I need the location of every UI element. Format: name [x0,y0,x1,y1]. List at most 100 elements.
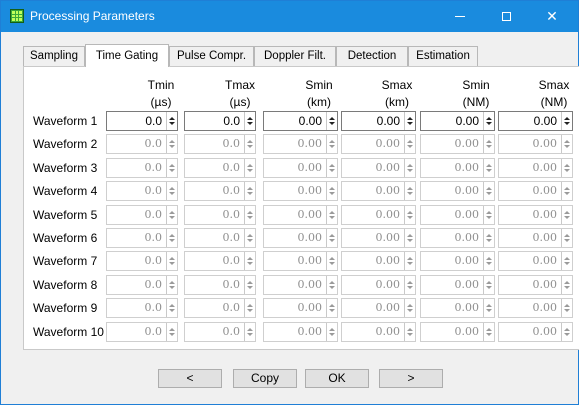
spin-arrows-icon [326,299,337,318]
down-arrow-icon [407,285,413,289]
spin-arrows-icon [483,229,494,247]
spin-arrows-icon [483,182,494,201]
spin-arrows-icon[interactable] [244,112,255,130]
value-spinbox[interactable]: 0.0 [184,111,256,131]
down-arrow-icon [329,215,335,219]
up-arrow-icon [247,163,253,167]
up-arrow-icon [169,304,175,308]
spin-arrows-icon[interactable] [561,112,572,130]
tab-pulse-compr[interactable]: Pulse Compr. [169,46,254,66]
value-spinbox: 0.00 [498,228,573,248]
col-header-smax-km: Smax (km) [358,77,436,111]
spin-arrows-icon [483,322,494,341]
down-arrow-icon [564,332,570,336]
waveform-label: Waveform 2 [33,137,98,152]
tab-time-gating[interactable]: Time Gating [85,44,169,67]
previous-button[interactable]: < [158,369,222,388]
spin-arrows-icon [404,275,415,294]
down-arrow-icon [407,309,413,313]
spin-arrows-icon [483,275,494,294]
spin-arrows-icon[interactable] [404,112,415,130]
spinbox-value: 0.0 [222,301,241,315]
copy-button[interactable]: Copy [233,369,297,388]
spin-arrows-icon [561,205,572,224]
up-arrow-icon [169,117,175,120]
down-arrow-icon [329,309,335,313]
down-arrow-icon [486,145,492,149]
spin-arrows-icon [326,275,337,294]
up-arrow-icon [407,187,413,191]
col-header-name: Smax [538,78,570,92]
down-arrow-icon [329,122,335,125]
waveform-label: Waveform 3 [33,160,98,175]
value-spinbox: 0.00 [263,274,338,295]
down-arrow-icon [407,192,413,196]
spinbox-value: 0.00 [297,137,323,151]
down-arrow-icon [169,309,175,313]
title-bar[interactable]: Processing Parameters ✕ [1,1,578,32]
value-spinbox: 0.0 [184,274,256,295]
spin-arrows-icon [244,205,255,224]
value-spinbox: 0.0 [184,204,256,225]
spinbox-value: 0.0 [144,207,163,221]
value-spinbox: 0.00 [263,251,338,272]
up-arrow-icon [329,304,335,308]
down-arrow-icon [169,145,175,149]
down-arrow-icon [169,262,175,266]
down-arrow-icon [247,239,253,242]
waveform-label: Waveform 4 [33,184,98,199]
value-spinbox: 0.00 [263,181,338,202]
spin-arrows-icon [166,229,177,247]
down-arrow-icon [247,122,253,125]
value-spinbox: 0.00 [263,228,338,248]
spinbox-value: 0.00 [454,277,480,291]
spinbox-value: 0.00 [532,231,558,244]
value-spinbox[interactable]: 0.00 [420,111,495,131]
ok-button[interactable]: OK [305,369,369,388]
down-arrow-icon [407,215,413,219]
value-spinbox[interactable]: 0.0 [106,111,178,131]
up-arrow-icon [329,257,335,261]
spinbox-value: 0.00 [532,324,558,338]
tab-detection[interactable]: Detection [336,46,408,66]
spin-arrows-icon[interactable] [166,112,177,130]
down-arrow-icon [486,215,492,219]
spin-arrows-icon[interactable] [326,112,337,130]
minimize-button[interactable] [437,1,483,32]
value-spinbox[interactable]: 0.00 [263,111,338,131]
value-spinbox[interactable]: 0.00 [498,111,573,131]
value-spinbox: 0.00 [420,251,495,272]
close-button[interactable]: ✕ [529,1,575,32]
up-arrow-icon [329,327,335,331]
down-arrow-icon [169,239,175,242]
up-arrow-icon [247,257,253,261]
up-arrow-icon [407,257,413,261]
spinbox-value: 0.00 [297,254,323,268]
spinbox-value: 0.00 [533,114,557,128]
value-spinbox: 0.0 [106,274,178,295]
spinbox-value: 0.00 [455,114,479,128]
up-arrow-icon [564,234,570,237]
tab-doppler-filt[interactable]: Doppler Filt. [254,46,336,66]
value-spinbox: 0.00 [341,204,416,225]
spin-arrows-icon [244,182,255,201]
up-arrow-icon [486,257,492,261]
tab-estimation[interactable]: Estimation [408,46,478,66]
spinbox-value: 0.0 [222,324,241,338]
spinbox-value: 0.00 [297,301,323,315]
down-arrow-icon [486,332,492,336]
spinbox-value: 0.0 [222,184,241,198]
spinbox-value: 0.0 [144,137,163,151]
maximize-button[interactable] [483,1,529,32]
value-spinbox: 0.00 [341,274,416,295]
down-arrow-icon [564,215,570,219]
tab-sampling[interactable]: Sampling [23,46,85,66]
spinbox-value: 0.0 [144,301,163,315]
up-arrow-icon [247,327,253,331]
value-spinbox[interactable]: 0.00 [341,111,416,131]
spinbox-value: 0.00 [454,160,480,174]
spin-arrows-icon[interactable] [483,112,494,130]
spinbox-value: 0.0 [144,254,163,268]
spinbox-value: 0.00 [454,254,480,268]
next-button[interactable]: > [379,369,443,388]
